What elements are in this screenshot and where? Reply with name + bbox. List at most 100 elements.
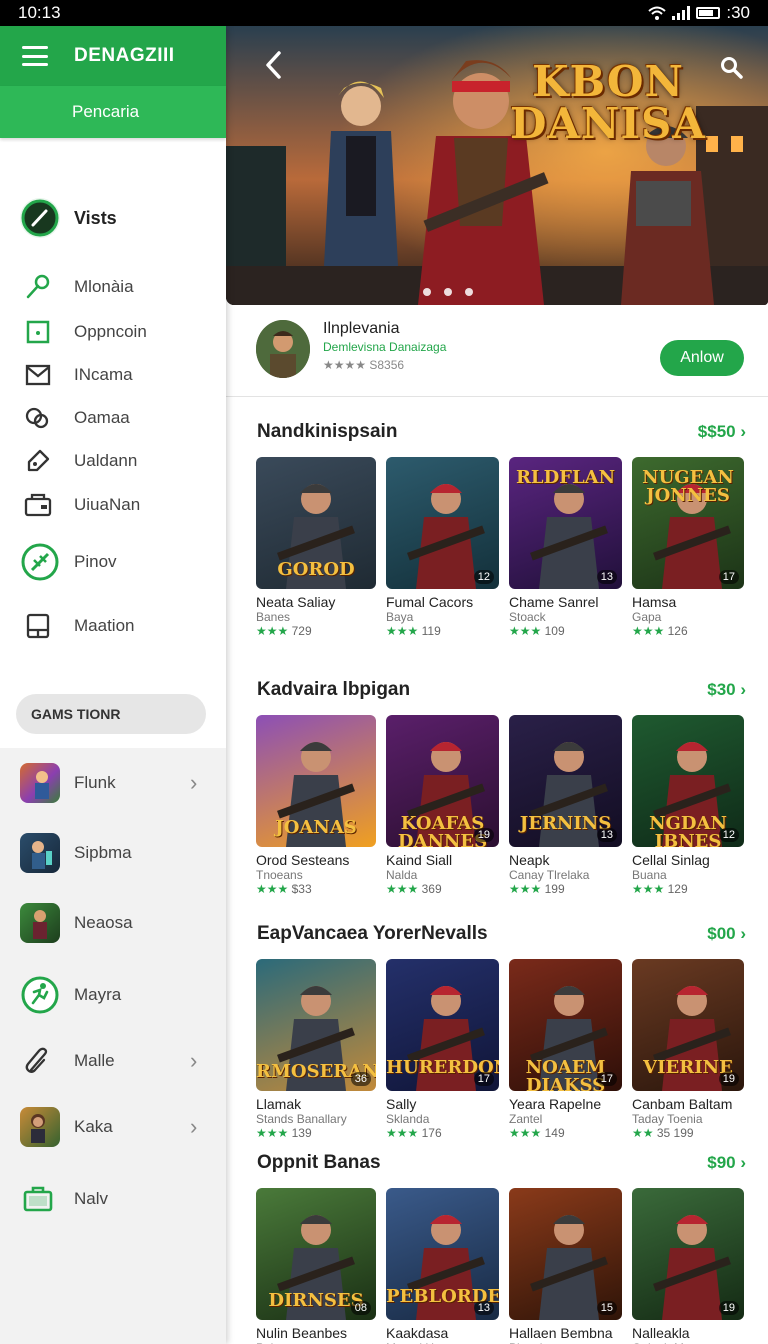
game-card[interactable]: DIRNSES08Nulin BeanbesPaboa bbox=[256, 1188, 376, 1344]
main-content: KBON DANISA Ilnplevania Demlevisna Danai… bbox=[226, 26, 768, 1344]
game-card[interactable]: 19NalleaklaGalnelr Mattcss bbox=[632, 1188, 746, 1344]
drawer-search[interactable]: Pencaria bbox=[0, 86, 226, 138]
nav-item-ualdann[interactable]: Ualdann bbox=[0, 446, 226, 476]
game-card[interactable]: NOAEM DIAKSS 17 Yeara Rapelne Zantel ★★★ 149 bbox=[509, 959, 623, 1140]
game-card-artwork: GOROD bbox=[256, 457, 376, 589]
status-time-right: :30 bbox=[726, 3, 750, 22]
game-card-name: Cellal Sinlag bbox=[632, 852, 710, 868]
game-card[interactable]: 12 Fumal Cacors Baya ★★★ 119 bbox=[386, 457, 500, 638]
search-icon[interactable] bbox=[720, 56, 744, 85]
game-card[interactable]: NUGEAN JONNES 17 Hamsa Gapa ★★★ 126 bbox=[632, 457, 746, 638]
game-card-rating: ★★★ 109 bbox=[509, 624, 623, 638]
game-card-rating: ★★★ 126 bbox=[632, 624, 746, 638]
game-card-artwork: 19 bbox=[632, 1188, 744, 1320]
nav-item-uiuanan[interactable]: UiuaNan bbox=[0, 490, 226, 520]
game-card-name: Llamak bbox=[256, 1096, 302, 1112]
signal-icon bbox=[672, 6, 691, 20]
game-card-rating: ★★★ 139 bbox=[256, 1126, 370, 1140]
game-card-subtitle: Sklanda bbox=[386, 1112, 430, 1126]
game-card[interactable]: JERNINS 13 Neapk Canay Tlrelaka ★★★ 199 bbox=[509, 715, 623, 896]
rating-count: 129 bbox=[667, 882, 688, 896]
star-icon: ★★★ bbox=[256, 624, 292, 638]
nav-item-mlonaia[interactable]: Mlonàia bbox=[0, 272, 226, 302]
game-card-subtitle: Buana bbox=[632, 868, 667, 882]
nav-item-maation[interactable]: Maation bbox=[0, 611, 226, 641]
section-more-label: $00 › bbox=[707, 924, 746, 943]
rating-count: 109 bbox=[544, 624, 565, 638]
menu-icon[interactable] bbox=[22, 46, 48, 66]
wallet-icon bbox=[22, 492, 54, 518]
game-card[interactable]: HURERDONS17 SallySklanda★★★ 176 bbox=[386, 959, 500, 1140]
game-card[interactable]: KOAFAS DANNES 19 Kaind Siall Nalda ★★★ 369 bbox=[386, 715, 500, 896]
back-arrow-icon[interactable] bbox=[262, 50, 286, 88]
game-card-name: Yeara Rapelne bbox=[509, 1096, 602, 1112]
drawer-game-label: Sipbma bbox=[74, 843, 132, 862]
game-card[interactable]: NGDAN IBNES 12 Cellal Sinlag Buana ★★★ 129 bbox=[632, 715, 746, 896]
game-card-artwork: NGDAN IBNES 12 bbox=[632, 715, 744, 847]
game-card-name: Neapk bbox=[509, 852, 550, 868]
game-card-name: Hallaen Bembna bbox=[509, 1325, 613, 1341]
game-card-name: Sally bbox=[386, 1096, 417, 1112]
game-card-artwork: HURERDONS17 bbox=[386, 959, 499, 1091]
navigation-drawer: DENAGZIII Pencaria Vists Mlonàia Oppncoi… bbox=[0, 26, 226, 1344]
section-more-link[interactable]: $$50 › bbox=[698, 422, 746, 442]
nav-label: Vists bbox=[74, 207, 117, 228]
age-badge: 17 bbox=[718, 570, 739, 584]
age-badge: 13 bbox=[596, 570, 617, 584]
game-card-subtitle: Canay Tlrelaka bbox=[509, 868, 590, 882]
drawer-game-label: Malle bbox=[74, 1051, 115, 1070]
rating-count: 199 bbox=[544, 882, 565, 896]
wifi-icon bbox=[648, 6, 667, 20]
game-card[interactable]: PEBLORDEN13KaakdasaMarsai Uantacss bbox=[386, 1188, 500, 1344]
game-card-artwork: NOAEM DIAKSS 17 bbox=[509, 959, 622, 1091]
featured-app-rating: ★★★★ S8356 bbox=[323, 358, 405, 372]
nav-label: UiuaNan bbox=[74, 495, 141, 514]
nav-item-vists[interactable]: Vists bbox=[0, 196, 226, 240]
nav-label: Oppncoin bbox=[74, 322, 147, 341]
hero-title: KBON DANISA bbox=[510, 61, 706, 145]
drawer-game-nalv[interactable]: Nalv bbox=[0, 1178, 226, 1220]
drawer-game-sipbma[interactable]: Sipbma bbox=[0, 832, 226, 874]
drawer-game-malle[interactable]: Malle › bbox=[0, 1040, 226, 1082]
nav-item-pinov[interactable]: Pinov bbox=[0, 542, 226, 582]
game-card[interactable]: VIERINE 19 Canbam Baltam Taday Toenia ★★ 35 … bbox=[632, 959, 746, 1140]
game-card-artwork: 12 bbox=[386, 457, 499, 589]
game-card[interactable]: JOANAS Orod Sesteans Tnoeans ★★★ $33 bbox=[256, 715, 376, 896]
status-icons: :30 bbox=[648, 3, 750, 23]
drawer-game-flunk[interactable]: Flunk › bbox=[0, 762, 226, 804]
featured-app[interactable]: Ilnplevania Demlevisna Danaizaga ★★★★ S8… bbox=[226, 305, 768, 397]
install-button[interactable]: Anlow bbox=[660, 340, 744, 376]
drawer-game-mayra[interactable]: Mayra bbox=[0, 974, 226, 1016]
section-more-link[interactable]: $30 › bbox=[707, 680, 746, 700]
star-icon: ★★★ bbox=[386, 624, 422, 638]
carousel-indicator[interactable] bbox=[423, 288, 473, 296]
square-dot-icon bbox=[22, 319, 54, 345]
drawer-title: DENAGZIII bbox=[74, 45, 175, 66]
game-card[interactable]: RLDFLAN 13 Chame Sanrel Stoack ★★★ 109 bbox=[509, 457, 623, 638]
hero-banner[interactable]: KBON DANISA bbox=[226, 26, 768, 305]
tag-icon bbox=[22, 447, 54, 475]
game-card-subtitle: Gapa bbox=[632, 610, 662, 624]
game-card[interactable]: GOROD Neata Saliay Banes ★★★ 729 bbox=[256, 457, 376, 638]
game-card-artwork: KOAFAS DANNES 19 bbox=[386, 715, 499, 847]
nav-item-incama[interactable]: INcama bbox=[0, 360, 226, 390]
game-card-artwork: NUGEAN JONNES 17 bbox=[632, 457, 744, 589]
featured-app-icon bbox=[256, 320, 310, 378]
game-thumb-4 bbox=[20, 1107, 60, 1147]
section-more-link[interactable]: $00 › bbox=[707, 924, 746, 944]
battery-icon bbox=[696, 7, 721, 19]
game-card[interactable]: 15Hallaen BembnaBineel bbox=[509, 1188, 623, 1344]
game-card-subtitle: Zantel bbox=[509, 1112, 543, 1126]
nav-label: Maation bbox=[74, 616, 135, 635]
game-card-art-title: JOANAS bbox=[275, 817, 357, 838]
drawer-game-neaosa[interactable]: Neaosa bbox=[0, 902, 226, 944]
nav-item-oamaa[interactable]: Oamaa bbox=[0, 403, 226, 433]
game-card-subtitle: Stoack bbox=[509, 610, 546, 624]
game-card[interactable]: RMOSERAN 36 Llamak Stands Banallary ★★★ 139 bbox=[256, 959, 376, 1140]
section-more-link[interactable]: $90 › bbox=[707, 1153, 746, 1173]
briefcase-icon bbox=[22, 1184, 54, 1214]
drawer-game-kaka[interactable]: Kaka › bbox=[0, 1106, 226, 1148]
nav-item-oppncoin[interactable]: Oppncoin bbox=[0, 317, 226, 347]
rating-count: 369 bbox=[421, 882, 442, 896]
nav-label: INcama bbox=[74, 365, 133, 384]
